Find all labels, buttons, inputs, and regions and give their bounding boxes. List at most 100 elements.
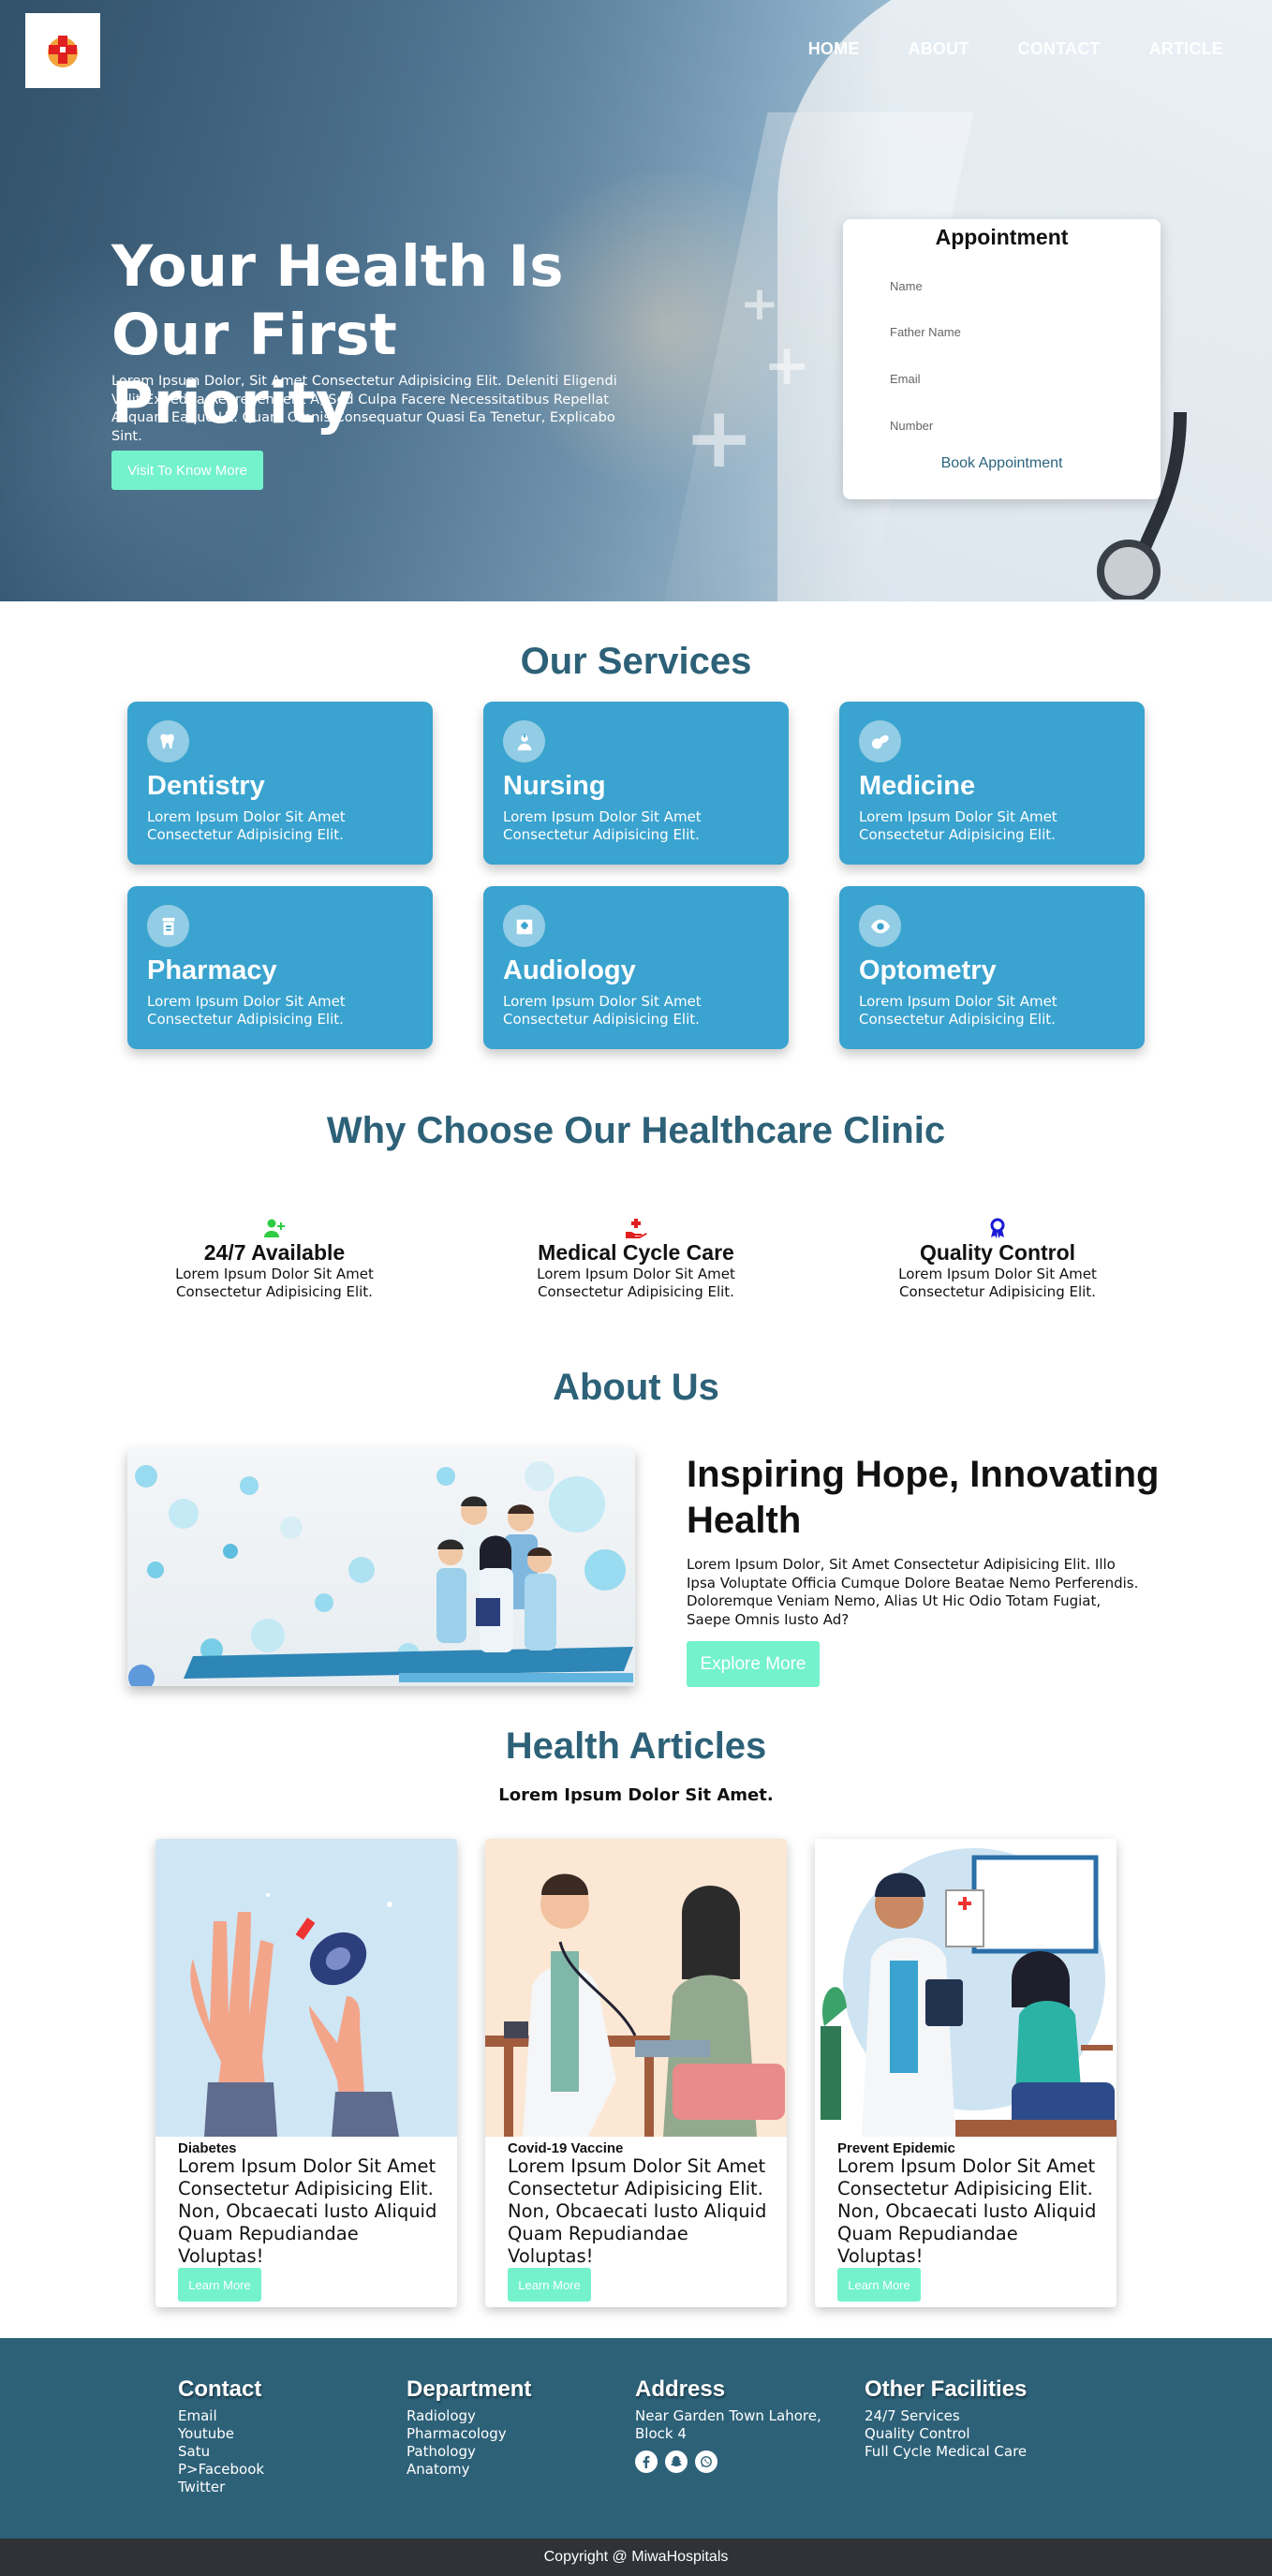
footer-contact-title: Contact [178, 2376, 262, 2402]
hospital-logo[interactable] [25, 13, 100, 88]
eye-icon [859, 905, 901, 947]
footer-facilities: Other Facilities 24/7 Services Quality C… [865, 2374, 1027, 2461]
medical-cross-icon: + [740, 276, 779, 331]
footer-link-facebook[interactable]: P>Facebook [178, 2461, 264, 2479]
visit-button[interactable]: Visit To Know More [111, 451, 263, 490]
learn-more-button[interactable]: Learn More [178, 2268, 261, 2302]
number-field[interactable] [890, 409, 1115, 441]
about-text: Lorem Ipsum Dolor, Sit Amet Consectetur … [687, 1556, 1139, 1628]
blood-pressure-illustration [485, 1839, 787, 2137]
nav-contact[interactable]: CONTACT [1018, 39, 1101, 59]
footer-address-text: Near Garden Town Lahore, Block 4 [635, 2407, 821, 2442]
main-nav: HOME ABOUT CONTACT ARTICLE [808, 39, 1223, 59]
footer-link-pathology[interactable]: Pathology [407, 2443, 531, 2461]
footer-address: Address Near Garden Town Lahore, Block 4 [635, 2374, 832, 2473]
about-image [127, 1448, 635, 1686]
article-card-covid: Covid-19 Vaccine Lorem Ipsum Dolor Sit A… [485, 1839, 787, 2307]
service-text: Lorem Ipsum Dolor Sit Amet Consectetur A… [503, 808, 702, 843]
nav-article[interactable]: ARTICLE [1149, 39, 1223, 59]
service-card-nursing[interactable]: Nursing Lorem Ipsum Dolor Sit Amet Conse… [483, 702, 789, 865]
prescription-bottle-icon [147, 905, 189, 947]
footer-link-services[interactable]: 24/7 Services [865, 2407, 1027, 2425]
clinic-icon [503, 905, 545, 947]
nav-home[interactable]: HOME [808, 39, 860, 59]
medical-cross-icon: + [763, 333, 811, 398]
article-category: Prevent Epidemic [837, 2140, 955, 2156]
footer-link-email[interactable]: Email [178, 2407, 264, 2425]
footer-link-pharmacology[interactable]: Pharmacology [407, 2425, 531, 2443]
service-name: Audiology [503, 955, 636, 985]
learn-more-button[interactable]: Learn More [837, 2268, 921, 2302]
service-text: Lorem Ipsum Dolor Sit Amet Consectetur A… [859, 808, 1058, 843]
copyright-bar: Copyright @ MiwaHospitals [0, 2539, 1272, 2576]
explore-more-button[interactable]: Explore More [687, 1641, 820, 1687]
book-appointment-button[interactable]: Book Appointment [909, 455, 1095, 472]
footer-link-quality[interactable]: Quality Control [865, 2425, 1027, 2443]
hero-text: Lorem Ipsum Dolor, Sit Amet Consectetur … [111, 374, 617, 444]
glucose-meter-illustration [155, 1839, 457, 2137]
about-title: About Us [553, 1367, 719, 1408]
red-cross-logo-icon [48, 36, 78, 67]
service-name: Medicine [859, 771, 976, 801]
tooth-icon [147, 720, 189, 762]
service-card-pharmacy[interactable]: Pharmacy Lorem Ipsum Dolor Sit Amet Cons… [127, 886, 433, 1049]
hand-holding-medical-icon [626, 1219, 647, 1238]
service-text: Lorem Ipsum Dolor Sit Amet Consectetur A… [859, 993, 1058, 1028]
services-title: Our Services [520, 641, 752, 682]
footer-link-full-cycle[interactable]: Full Cycle Medical Care [865, 2443, 1027, 2461]
snapchat-icon[interactable] [665, 2450, 688, 2473]
learn-more-button[interactable]: Learn More [508, 2268, 591, 2302]
article-card-epidemic: Prevent Epidemic Lorem Ipsum Dolor Sit A… [815, 1839, 1117, 2307]
service-text: Lorem Ipsum Dolor Sit Amet Consectetur A… [147, 808, 346, 843]
nurse-icon [503, 720, 545, 762]
article-text: Lorem Ipsum Dolor Sit Amet Consectetur A… [178, 2155, 437, 2267]
why-item-name: Quality Control [919, 1240, 1076, 1265]
footer-link-radiology[interactable]: Radiology [407, 2407, 531, 2425]
why-item-text: Lorem Ipsum Dolor Sit Amet Consectetur A… [898, 1266, 1097, 1300]
why-item-text: Lorem Ipsum Dolor Sit Amet Consectetur A… [537, 1266, 735, 1300]
footer-link-anatomy[interactable]: Anatomy [407, 2461, 531, 2479]
service-name: Pharmacy [147, 955, 277, 985]
appointment-title: Appointment [935, 225, 1069, 249]
user-plus-icon [264, 1219, 285, 1237]
service-text: Lorem Ipsum Dolor Sit Amet Consectetur A… [147, 993, 346, 1028]
footer-contact: Contact Email Youtube Satu P>Facebook Tw… [178, 2374, 264, 2496]
why-item-name: 24/7 Available [203, 1240, 346, 1265]
footer-link-satu[interactable]: Satu [178, 2443, 264, 2461]
article-text: Lorem Ipsum Dolor Sit Amet Consectetur A… [837, 2155, 1097, 2267]
service-name: Nursing [503, 771, 606, 801]
facebook-icon[interactable] [635, 2450, 658, 2473]
about-heading: Inspiring Hope, Innovating Health [687, 1454, 1160, 1541]
social-icons [635, 2450, 832, 2473]
service-card-medicine[interactable]: Medicine Lorem Ipsum Dolor Sit Amet Cons… [839, 702, 1145, 865]
why-item-cycle-care: Medical Cycle Care Lorem Ipsum Dolor Sit… [495, 1218, 777, 1301]
why-item-quality: Quality Control Lorem Ipsum Dolor Sit Am… [857, 1218, 1138, 1301]
service-card-optometry[interactable]: Optometry Lorem Ipsum Dolor Sit Amet Con… [839, 886, 1145, 1049]
footer-link-twitter[interactable]: Twitter [178, 2479, 264, 2496]
father-name-field[interactable] [890, 316, 1115, 348]
hero-section: + + + HOME ABOUT CONTACT ARTICLE Your He… [0, 0, 1272, 601]
email-field[interactable] [890, 363, 1115, 394]
appointment-form: Appointment Book Appointment [843, 219, 1161, 499]
award-icon [990, 1218, 1005, 1238]
article-category: Covid-19 Vaccine [508, 2140, 624, 2156]
footer: Contact Email Youtube Satu P>Facebook Tw… [0, 2338, 1272, 2539]
footer-department-title: Department [407, 2376, 532, 2402]
service-name: Dentistry [147, 771, 265, 801]
service-card-audiology[interactable]: Audiology Lorem Ipsum Dolor Sit Amet Con… [483, 886, 789, 1049]
service-text: Lorem Ipsum Dolor Sit Amet Consectetur A… [503, 993, 702, 1028]
footer-department: Department Radiology Pharmacology Pathol… [407, 2374, 531, 2479]
name-field[interactable] [890, 270, 1115, 302]
nav-about[interactable]: ABOUT [909, 39, 969, 59]
service-card-dentistry[interactable]: Dentistry Lorem Ipsum Dolor Sit Amet Con… [127, 702, 433, 865]
article-card-diabetes: Diabetes Lorem Ipsum Dolor Sit Amet Cons… [155, 1839, 457, 2307]
doctor-patient-illustration [815, 1839, 1117, 2137]
footer-link-youtube[interactable]: Youtube [178, 2425, 264, 2443]
pills-icon [859, 720, 901, 762]
why-item-text: Lorem Ipsum Dolor Sit Amet Consectetur A… [175, 1266, 374, 1300]
why-item-name: Medical Cycle Care [538, 1240, 734, 1265]
why-title: Why Choose Our Healthcare Clinic [326, 1110, 946, 1151]
medical-cross-icon: + [684, 389, 755, 487]
footer-address-title: Address [635, 2376, 726, 2402]
whatsapp-icon[interactable] [695, 2450, 717, 2473]
